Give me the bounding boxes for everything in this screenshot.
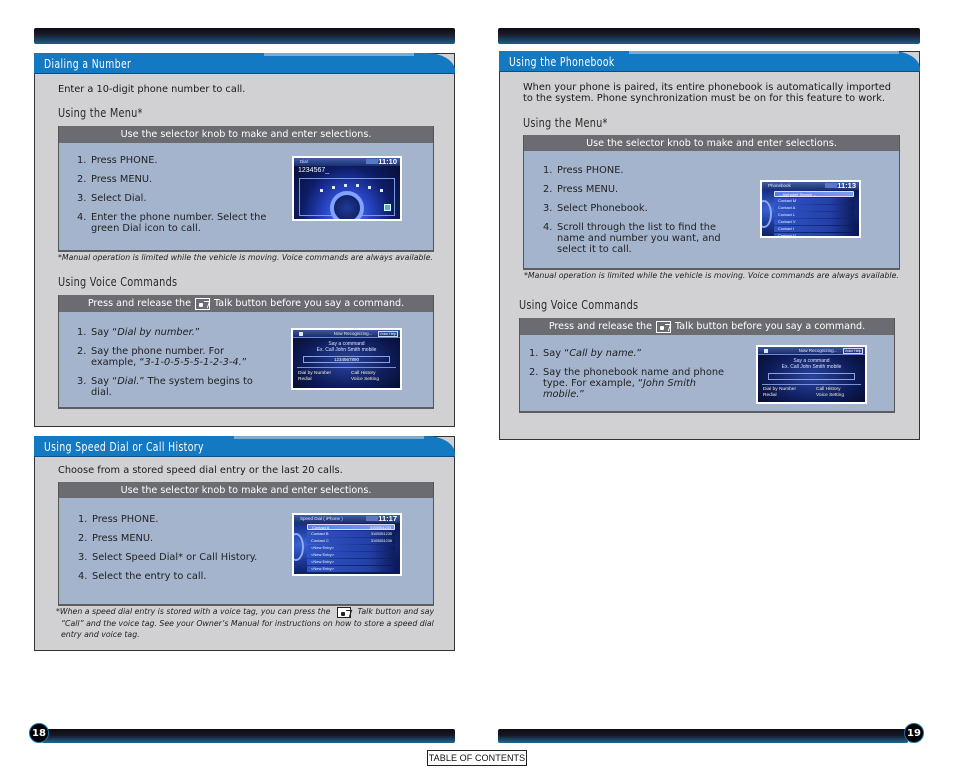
instruction-bar: Use the selector knob to make and enter … [59,482,433,498]
signal-icon [366,159,378,164]
voice-instructions-box: Press and release the Talk button before… [519,318,895,413]
left-page-top-bar [34,28,455,44]
voice-instructions-box: Press and release the Talk button before… [58,295,434,409]
step: 3. Select Speed Dial* or Call History. [78,552,258,563]
footnote: *When a speed dial entry is stored with … [56,606,435,639]
steps-list: 1. Press PHONE. 2. Press MENU. 3. Select Sp… [78,514,288,590]
subhead-voice-commands: Using Voice Commands [58,274,178,289]
step: 2. Say the phonebook name and phone type.… [529,367,725,400]
step: 4. Scroll through the list to find the na… [543,222,721,255]
dialing-section: Dialing a Number Enter a 10-digit phone … [34,53,455,427]
table-of-contents-link[interactable]: TABLE OF CONTENTS [427,750,527,766]
phonebook-screen-image: Phonebook 11:13 -- Alphabet Search -- Con… [760,180,861,238]
step: 2. Press MENU. [543,184,619,195]
instruction-bar: Press and release the Talk button before… [59,295,433,312]
dialing-section-header: Dialing a Number [34,53,455,74]
step: 4. Select the entry to call. [78,571,207,582]
page-number-left: 18 [29,723,49,743]
section-intro: Choose from a stored speed dial entry or… [58,465,343,476]
green-dial-icon [384,204,391,211]
step: 4. Enter the phone number. Select the gre… [77,212,267,234]
step: 3. Say “Dial.” The system begins to dial. [77,376,253,398]
speed-dial-section-header: Using Speed Dial or Call History [34,436,455,457]
footnote: *Manual operation is limited while the v… [524,271,899,280]
step: 1. Say “Call by name.” [529,348,642,359]
step: 1. Press PHONE. [77,155,158,166]
speed-dial-section: Using Speed Dial or Call History Choose … [34,436,455,651]
talk-button-icon [336,606,351,618]
menu-instructions-box: Use the selector knob to make and enter … [523,135,900,270]
step: 1. Say “Dial by number.” [77,327,200,338]
subhead-using-menu: Using the Menu* [58,105,143,120]
section-title: Dialing a Number [44,56,132,71]
section-title: Using Speed Dial or Call History [44,439,204,454]
footnote: *Manual operation is limited while the v… [58,253,433,262]
talk-button-icon [656,320,671,333]
subhead-using-menu: Using the Menu* [523,115,608,130]
menu-instructions-box: Use the selector knob to make and enter … [58,126,434,252]
steps-list: 1. Press PHONE. 2. Press MENU. 3. Select Ph… [543,165,743,263]
instruction-bar: Use the selector knob to make and enter … [524,135,899,151]
subhead-voice-commands: Using Voice Commands [519,297,639,312]
step: 2. Press MENU. [78,533,154,544]
step: 2. Press MENU. [77,174,153,185]
step: 3. Select Dial. [77,193,147,204]
steps-list: 1. Say “Call by name.” 2. Say the phoneboo… [529,348,729,408]
section-intro: When your phone is paired, its entire ph… [523,82,891,104]
dial-knob-graphic [330,191,364,219]
speed-dial-screen-image: Speed Dial ( iPhone ) 11:17 Contact A 3105… [292,513,402,576]
step: 1. Press PHONE. [543,165,624,176]
right-page-top-bar [498,28,920,44]
phonebook-section: Using the Phonebook When your phone is p… [499,51,920,440]
steps-list: 1. Say “Dial by number.” 2. Say the phone … [77,327,267,406]
left-page-bottom-bar [42,729,455,743]
step: 1. Press PHONE. [78,514,159,525]
talk-button-icon [195,297,210,310]
section-title: Using the Phonebook [509,54,615,69]
step: 3. Select Phonebook. [543,203,648,214]
steps-list: 1. Press PHONE. 2. Press MENU. 3. Select Di… [77,155,267,242]
phonebook-section-header: Using the Phonebook [499,51,920,72]
instruction-bar: Use the selector knob to make and enter … [59,126,433,143]
section-intro: Enter a 10-digit phone number to call. [58,84,246,95]
dial-screen-image: Dial 11:10 1234567_ [292,156,402,221]
speed-dial-instructions-box: Use the selector knob to make and enter … [58,482,434,606]
page-number-right: 19 [904,723,924,743]
right-page-bottom-bar [498,729,908,743]
voice-screen-image: Now Recognizing... Voice Help Say a comma… [756,345,867,404]
step: 2. Say the phone number. For example, “3-… [77,346,247,368]
voice-screen-image: Now Recognizing... Voice Help Say a comma… [291,328,402,390]
instruction-bar: Press and release the Talk button before… [520,318,894,335]
